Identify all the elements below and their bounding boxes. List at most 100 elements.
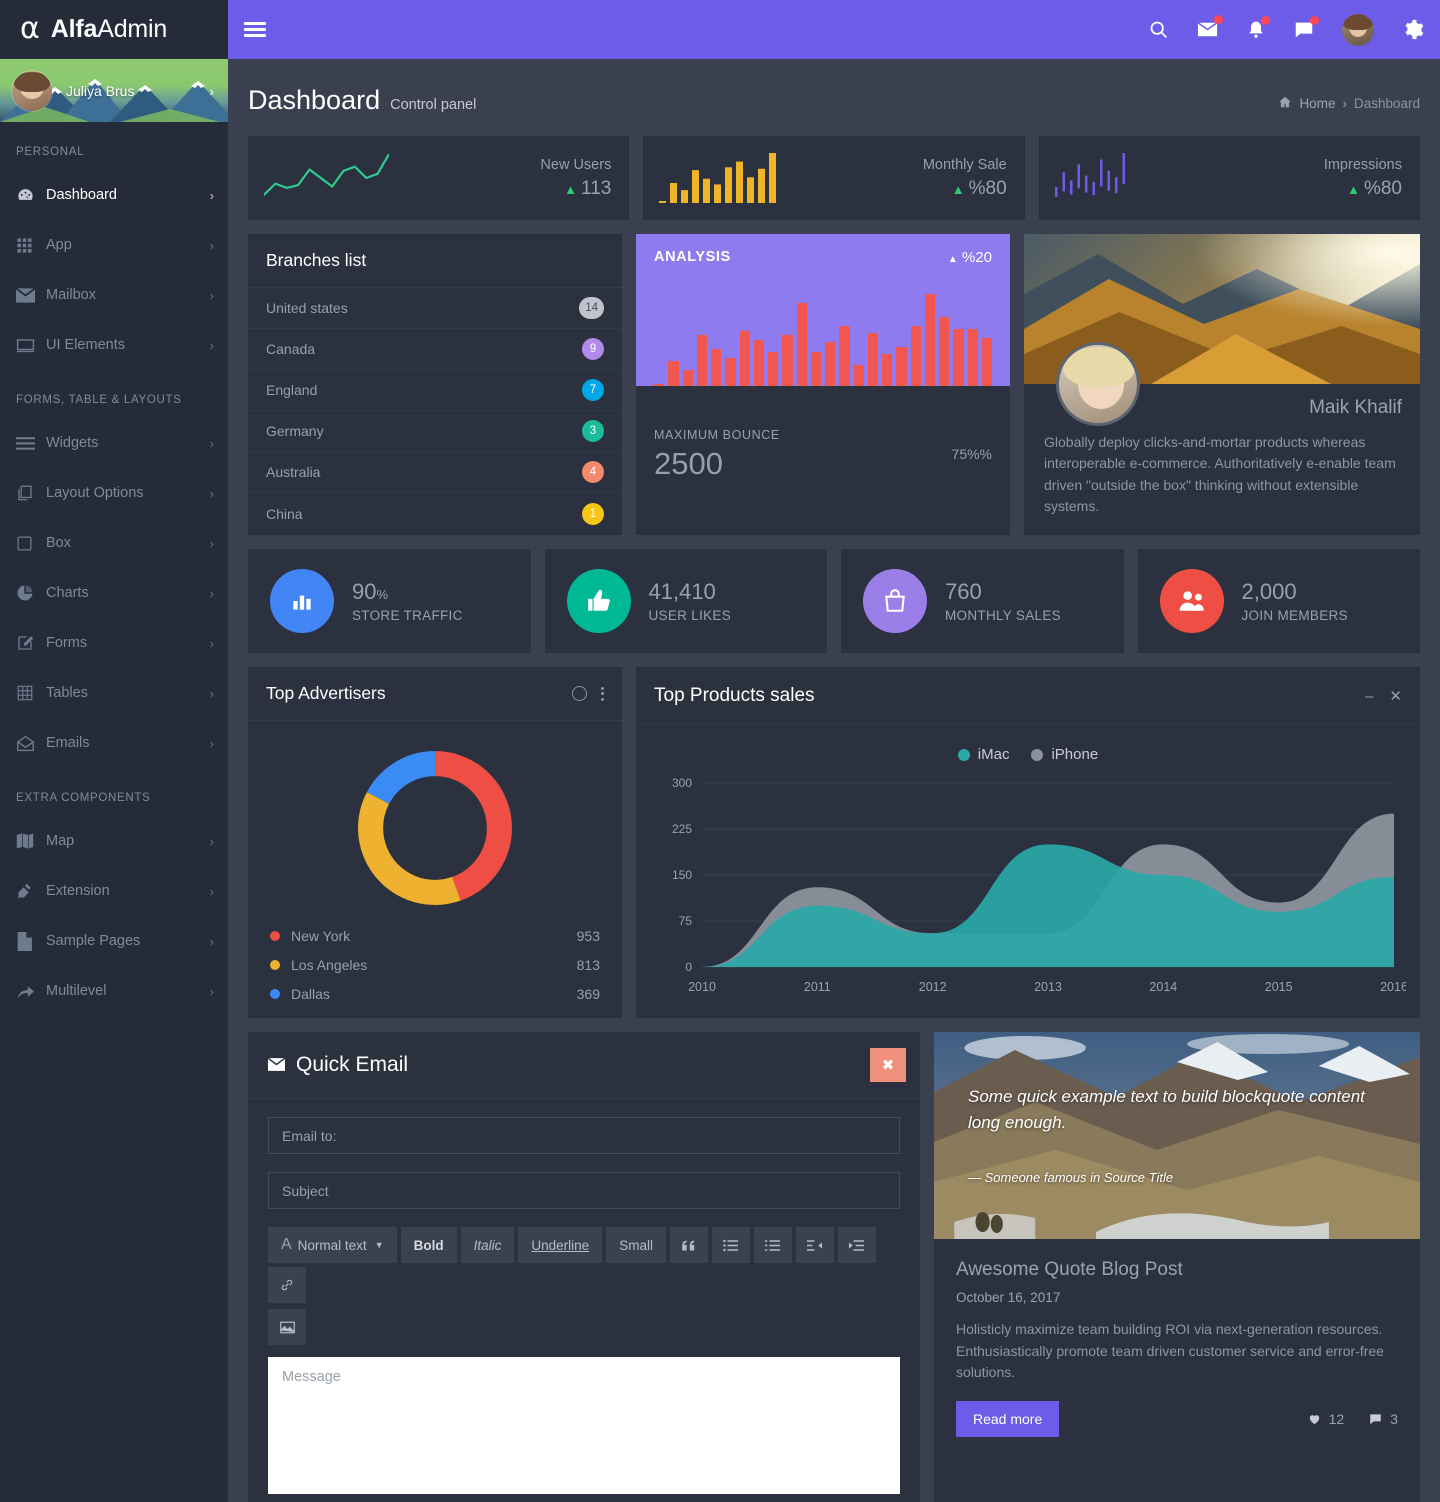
brand-name-bold: Alfa [50, 14, 98, 43]
sidebar-item-extension[interactable]: Extension › [0, 866, 228, 916]
bell-icon[interactable] [1246, 15, 1270, 41]
hamburger-icon[interactable] [244, 19, 266, 40]
metric-value: 90 [352, 579, 377, 605]
donut-svg [358, 751, 512, 906]
sidebar-item-forms[interactable]: Forms › [0, 618, 228, 668]
series-label: iPhone [1051, 746, 1099, 764]
more-vertical-icon[interactable] [601, 686, 604, 701]
profile-avatar [1056, 342, 1140, 426]
chevron-right-icon[interactable]: › [209, 83, 214, 99]
page-content: Dashboard Control panel Home › Dashboard… [228, 59, 1440, 1502]
editor-toolbar: A Normal text ▼ Bold Italic Underline Small [268, 1227, 900, 1304]
stat-card-value: %80 [968, 177, 1007, 199]
thumbs-up-icon [566, 569, 631, 634]
branch-row[interactable]: United states 14 [248, 288, 622, 329]
chat-icon[interactable] [1293, 15, 1319, 41]
analysis-percent-value: %20 [961, 249, 992, 266]
minimize-icon[interactable]: – [1365, 688, 1373, 705]
toolbar-plain-button[interactable]: Small [606, 1227, 666, 1264]
mail-icon[interactable] [1196, 15, 1223, 41]
message-textarea[interactable] [268, 1357, 900, 1495]
analysis-percent: ▲ %20 [948, 249, 992, 266]
analysis-panel: ANALYSIS ▲ %20 MAXIMUM BOUNCE 2500 75%% [636, 234, 1010, 536]
quick-email-close-button[interactable]: ✖ [870, 1048, 906, 1083]
svg-text:2016: 2016 [1380, 980, 1406, 994]
search-icon[interactable] [1148, 19, 1169, 40]
sidebar-item-sample-pages[interactable]: Sample Pages › [0, 916, 228, 966]
metric-tile-store-traffic: 90% STORE TRAFFIC [248, 549, 531, 654]
like-count[interactable]: 12 [1307, 1411, 1344, 1427]
svg-text:300: 300 [672, 776, 692, 790]
toolbar-italic-button[interactable]: Italic [460, 1227, 515, 1264]
toolbar-outdent-button[interactable] [795, 1227, 834, 1264]
quick-email-header: Quick Email ✖ [248, 1032, 920, 1100]
chat-badge [1310, 15, 1319, 25]
branch-row[interactable]: China 1 [248, 493, 622, 534]
toolbar-indent-button[interactable] [837, 1227, 876, 1264]
sidebar-item-label: Layout Options [46, 485, 144, 501]
trend-up-icon: ▲ [1347, 181, 1360, 197]
avatar[interactable] [1342, 13, 1374, 46]
toolbar-bold-button[interactable]: Bold [400, 1227, 457, 1264]
sidebar-item-map[interactable]: Map › [0, 816, 228, 866]
gear-icon[interactable] [1401, 18, 1424, 41]
sidebar-item-label: Dashboard [46, 187, 117, 203]
advertiser-name: Los Angeles [291, 956, 368, 973]
sidebar-item-ui-elements[interactable]: UI Elements › [0, 320, 228, 370]
subject-input[interactable] [268, 1172, 900, 1210]
toolbar-link-button[interactable] [268, 1267, 306, 1304]
metric-label: MONTHLY SALES [945, 608, 1061, 624]
map-icon [16, 832, 46, 850]
brand-logo[interactable]: α AlfaAdmin [0, 0, 228, 59]
email-to-input[interactable] [268, 1117, 900, 1155]
alpha-logo-icon: α [20, 11, 40, 46]
branch-row[interactable]: Germany 3 [248, 411, 622, 452]
toolbar-number-list-button[interactable] [753, 1227, 792, 1264]
toolbar-dropdown-button[interactable]: A Normal text ▼ [268, 1227, 397, 1264]
sidebar: α AlfaAdmin Juliya Brus › PERSONAL Dashb… [0, 0, 228, 1502]
advertiser-legend-row: Los Angeles 813 [248, 950, 622, 979]
sidebar-item-mailbox[interactable]: Mailbox › [0, 270, 228, 320]
branch-row[interactable]: Australia 4 [248, 452, 622, 493]
sidebar-item-multilevel[interactable]: Multilevel › [0, 966, 228, 1016]
svg-text:2011: 2011 [804, 980, 831, 994]
sidebar-item-charts[interactable]: Charts › [0, 568, 228, 618]
stat-card-label: Monthly Sale [922, 156, 1007, 173]
sidebar-item-dashboard[interactable]: Dashboard › [0, 170, 228, 220]
monitor-icon [16, 337, 46, 354]
series-legend-imac[interactable]: iMac [957, 746, 1009, 763]
pie-icon [16, 584, 46, 602]
svg-text:2015: 2015 [1265, 980, 1293, 994]
sidebar-item-label: App [46, 237, 72, 253]
sidebar-item-app[interactable]: App › [0, 220, 228, 270]
close-icon[interactable]: ✕ [1389, 687, 1402, 705]
top-advertisers-panel: Top Advertisers New York 953 Los Angeles… [248, 667, 622, 1019]
trend-up-icon: ▲ [951, 181, 965, 197]
toolbar-quote-button[interactable] [669, 1227, 708, 1264]
metric-label: STORE TRAFFIC [352, 608, 463, 624]
breadcrumb-home[interactable]: Home [1299, 96, 1335, 111]
branch-row[interactable]: Canada 9 [248, 329, 622, 370]
blog-quote: Some quick example text to build blockqu… [968, 1087, 1365, 1132]
user-profile-panel: Maik Khalif Globally deploy clicks-and-m… [1024, 234, 1420, 536]
branch-row[interactable]: England 7 [248, 370, 622, 411]
app-root: α AlfaAdmin Juliya Brus › PERSONAL Dashb… [0, 0, 1440, 1502]
sidebar-section-label: EXTRA COMPONENTS [16, 792, 151, 804]
arrow-curve-icon [16, 983, 46, 1000]
sidebar-item-widgets[interactable]: Widgets › [0, 418, 228, 468]
series-legend-iphone[interactable]: iPhone [1031, 746, 1098, 763]
grid-icon [16, 237, 46, 254]
toolbar-bullet-list-button[interactable] [711, 1227, 750, 1264]
toolbar-image-button[interactable] [268, 1309, 306, 1346]
circle-icon[interactable] [572, 686, 587, 702]
toolbar-underline-button[interactable]: Underline [518, 1227, 603, 1264]
sidebar-item-emails[interactable]: Emails › [0, 718, 228, 768]
sidebar-item-label: Sample Pages [46, 933, 141, 949]
sidebar-item-tables[interactable]: Tables › [0, 668, 228, 718]
comment-count[interactable]: 3 [1368, 1411, 1398, 1427]
sidebar-item-box[interactable]: Box › [0, 518, 228, 568]
sidebar-item-layout-options[interactable]: Layout Options › [0, 468, 228, 518]
advertiser-legend-row: New York 953 [248, 921, 622, 950]
sidebar-profile[interactable]: Juliya Brus › [0, 59, 228, 122]
read-more-button[interactable]: Read more [956, 1401, 1060, 1438]
